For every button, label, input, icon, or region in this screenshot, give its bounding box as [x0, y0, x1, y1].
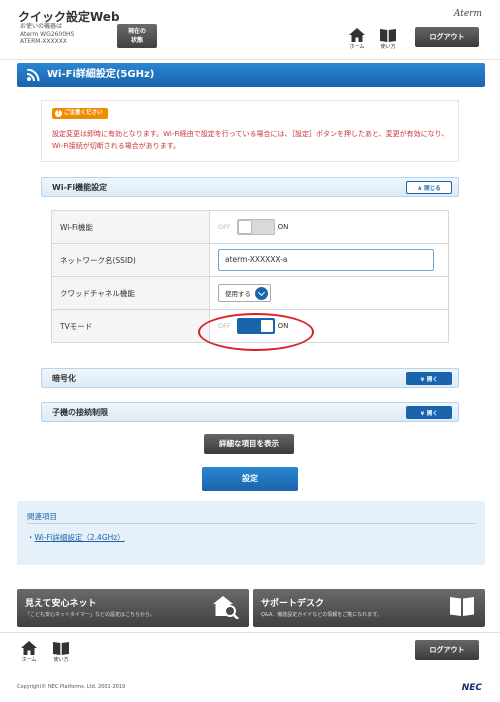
footer-home-nav[interactable]: ホーム: [16, 641, 42, 667]
section-title: 暗号化: [52, 374, 76, 383]
manual-nav[interactable]: 使い方: [375, 28, 401, 54]
footer-divider: [0, 632, 500, 633]
device-info: お使いの機器は Aterm WG2600HS ATERM-XXXXXX: [20, 23, 74, 46]
related-link-item[interactable]: ・Wi-Fi詳細設定（2.4GHz）: [27, 532, 125, 543]
open-section-button[interactable]: ∨ 開く: [406, 406, 452, 419]
chevron-down-icon: ∨: [420, 410, 425, 417]
footer-logout-button[interactable]: ログアウト: [415, 640, 479, 660]
related-title: 関連項目: [27, 512, 57, 521]
book-icon: [380, 29, 396, 42]
notice-text: 設定変更は即時に有効となります。Wi-Fi経由で設定を行っている場合には、［設定…: [52, 130, 449, 150]
row-value: OFF ON: [209, 210, 449, 244]
section-title: Wi-Fi機能設定: [52, 183, 108, 192]
caution-badge: ! ご注意ください: [52, 108, 108, 119]
wifi-icon: [27, 69, 40, 81]
table-row: クワッドチャネル機能 使用する: [51, 276, 449, 310]
nec-logo: NEC: [461, 683, 482, 693]
section-title: 子機の接続制限: [52, 408, 108, 417]
row-label: クワッドチャネル機能: [51, 276, 210, 310]
encryption-section-header[interactable]: 暗号化 ∨ 開く: [41, 368, 459, 388]
close-section-button[interactable]: ∧ 閉じる: [406, 181, 452, 194]
row-value: 使用する: [209, 276, 449, 310]
chevron-down-icon: [255, 286, 268, 300]
exclamation-icon: !: [55, 110, 62, 117]
show-details-button[interactable]: 詳細な項目を表示: [204, 434, 294, 454]
highlight-circle: [198, 313, 314, 351]
chevron-down-icon: ∨: [420, 376, 425, 383]
support-desk-banner[interactable]: サポートデスク Q&A、機能設定ガイドなどの情報をご覧になれます。: [253, 589, 485, 627]
chevron-up-icon: ∧: [417, 185, 423, 192]
device-line-1: お使いの機器は: [20, 23, 63, 30]
home-icon: [349, 28, 365, 42]
row-label: TVモード: [51, 309, 210, 343]
wifi-function-toggle[interactable]: OFF ON: [218, 219, 288, 235]
wifi-function-section-header: Wi-Fi機能設定 ∧ 閉じる: [41, 177, 459, 197]
page-title: Wi-Fi詳細設定(5GHz): [17, 63, 485, 87]
book-icon: [53, 642, 69, 655]
device-name: ATERM-XXXXXX: [20, 38, 67, 45]
table-row: ネットワーク名(SSID) aterm-XXXXXX-a: [51, 243, 449, 277]
row-label: ネットワーク名(SSID): [51, 243, 210, 277]
footer-manual-nav[interactable]: 使い方: [48, 641, 74, 667]
row-label: Wi-Fi機能: [51, 210, 210, 244]
toggle-knob[interactable]: [237, 220, 252, 234]
logout-button[interactable]: ログアウト: [415, 27, 479, 47]
device-model: Aterm WG2600HS: [20, 30, 75, 38]
mieru-anshin-net-banner[interactable]: 見えて安心ネット 「こども安心ネットタイマー」などの設定はこちらから。: [17, 589, 249, 627]
submit-button[interactable]: 設定: [202, 467, 298, 491]
toggle-track[interactable]: [236, 219, 275, 235]
client-limit-section-header[interactable]: 子機の接続制限 ∨ 開く: [41, 402, 459, 422]
home-nav[interactable]: ホーム: [344, 28, 370, 54]
home-icon: [21, 641, 37, 655]
copyright: Copyright© NEC Platforms, Ltd. 2001-2019: [17, 684, 126, 690]
related-items: 関連項目 ・Wi-Fi詳細設定（2.4GHz）: [17, 501, 485, 565]
table-row: Wi-Fi機能 OFF ON: [51, 210, 449, 244]
header: クイック設定Web お使いの機器は Aterm WG2600HS ATERM-X…: [0, 0, 500, 60]
current-status-button[interactable]: 現在の 状態: [117, 24, 157, 48]
quad-channel-select[interactable]: 使用する: [218, 284, 271, 302]
house-search-icon: [213, 596, 239, 619]
divider: [27, 523, 475, 524]
aterm-logo: Aterm: [453, 9, 482, 19]
book-icon: [450, 597, 474, 616]
notice-box: ! ご注意ください 設定変更は即時に有効となります。Wi-Fi経由で設定を行ってい…: [41, 100, 459, 162]
open-section-button[interactable]: ∨ 開く: [406, 372, 452, 385]
ssid-input[interactable]: aterm-XXXXXX-a: [218, 249, 434, 271]
row-value: aterm-XXXXXX-a: [209, 243, 449, 277]
